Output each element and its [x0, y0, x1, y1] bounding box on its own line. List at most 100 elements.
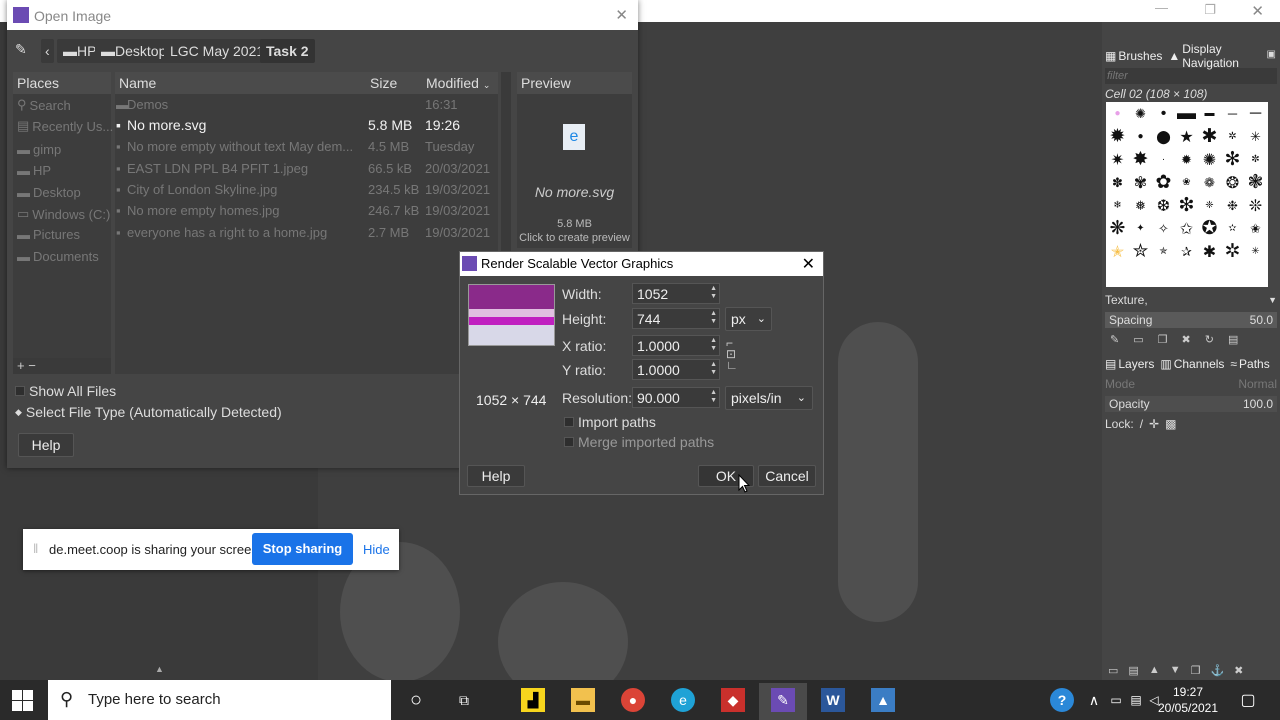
mode-row[interactable]: Mode Normal [1102, 374, 1280, 394]
brush-swatch[interactable]: ❁ [1198, 171, 1221, 194]
spin-arrows-icon[interactable]: ▲ ▼ [710, 310, 717, 326]
file-explorer-icon[interactable]: ▬ [571, 688, 595, 712]
brush-swatch[interactable]: ✱ [1198, 125, 1221, 148]
brush-swatch[interactable]: ❃ [1244, 171, 1267, 194]
modified-column-header[interactable]: Modified ⌄ [422, 72, 498, 94]
app-icon[interactable]: ◆ [721, 688, 745, 712]
notifications-icon[interactable]: ▢ [1236, 688, 1260, 712]
brush-swatch[interactable]: ✬ [1244, 217, 1267, 240]
place-documents[interactable]: ▬ Documents [17, 249, 99, 264]
new-layer-icon[interactable]: ▭ [1108, 664, 1118, 677]
raise-icon[interactable]: ▲ [1149, 664, 1160, 676]
brush-swatch[interactable]: ✽ [1106, 171, 1129, 194]
place-hp[interactable]: ▬ HP [17, 163, 51, 178]
taskbar-search-box[interactable]: ⚲ Type here to search [48, 680, 391, 720]
width-input[interactable]: 1052 ▲ ▼ [632, 283, 720, 304]
spin-arrows-icon[interactable]: ▲ ▼ [710, 337, 717, 353]
brush-swatch[interactable]: · [1152, 148, 1175, 171]
path-desktop[interactable]: ▬Desktop [95, 39, 173, 63]
brush-swatch[interactable]: ✻ [1221, 148, 1244, 171]
edge-icon[interactable]: e [671, 688, 695, 712]
path-back-button[interactable]: ‹ [41, 39, 54, 63]
help-icon[interactable]: ? [1050, 688, 1074, 712]
resolution-input[interactable]: 90.000 ▲ ▼ [632, 387, 720, 408]
close-icon[interactable]: ✕ [1251, 2, 1264, 20]
spacing-slider[interactable]: Spacing 50.0 [1105, 312, 1277, 328]
brush-swatch[interactable]: ─ [1221, 102, 1244, 125]
spin-arrows-icon[interactable]: ▲ ▼ [710, 285, 717, 301]
new-icon[interactable]: ▭ [1133, 333, 1143, 346]
place-gimp[interactable]: ▬ gimp [17, 142, 61, 157]
file-row[interactable]: ▪ everyone has a right to a home.jpg 2.7 M… [115, 222, 496, 243]
brush-swatch[interactable]: ● [1129, 125, 1152, 148]
drag-handle-icon[interactable]: ‖ [33, 541, 38, 556]
brush-swatch[interactable]: ✸ [1129, 148, 1152, 171]
brush-swatch[interactable]: ❊ [1244, 194, 1267, 217]
minimize-icon[interactable]: — [1155, 0, 1168, 15]
taskbar-clock[interactable]: 19:27 20/05/2021 [1152, 684, 1224, 716]
file-row[interactable]: ▪ No more empty without text May dem... 4.… [115, 136, 496, 157]
gimp-taskbar-icon[interactable]: ✎ [771, 688, 795, 712]
open-icon[interactable]: ▤ [1228, 333, 1238, 346]
photos-icon[interactable]: ▲ [871, 688, 895, 712]
cortana-icon[interactable]: ○ [404, 688, 428, 712]
tab-channels[interactable]: ▥ Channels [1160, 357, 1224, 371]
place-pictures[interactable]: ▬ Pictures [17, 227, 80, 242]
type-location-icon[interactable]: ✎ [15, 41, 27, 58]
brush-swatch[interactable]: ▬ [1175, 102, 1198, 125]
brush-swatch[interactable]: ❋ [1106, 217, 1129, 240]
brush-swatch[interactable]: ✲ [1221, 240, 1244, 263]
path-task2[interactable]: Task 2 [260, 39, 315, 63]
chevron-up-icon[interactable]: ∧ [1082, 688, 1106, 712]
brush-swatch[interactable]: ✾ [1129, 171, 1152, 194]
refresh-icon[interactable]: ↻ [1205, 333, 1214, 346]
hide-button[interactable]: Hide [363, 542, 390, 557]
unit-select[interactable]: px ⌄ [725, 307, 772, 331]
brush-swatch[interactable]: ✩ [1175, 217, 1198, 240]
path-lgc[interactable]: LGC May 2021 [164, 39, 271, 63]
lock-pixels-icon[interactable]: / [1140, 417, 1143, 431]
spin-arrows-icon[interactable]: ▲ ▼ [710, 361, 717, 377]
merge-paths-checkbox[interactable]: Merge imported paths [564, 434, 714, 450]
place-recent[interactable]: ▤ Recently Us... [17, 118, 113, 134]
place-windows[interactable]: ▭ Windows (C:) [17, 206, 110, 222]
close-icon[interactable]: ✕ [802, 254, 815, 274]
edit-icon[interactable]: ✎ [1110, 333, 1119, 346]
lock-position-icon[interactable]: ✛ [1149, 417, 1159, 431]
name-column-header[interactable]: Name [115, 72, 366, 94]
brush-swatch[interactable]: ▬ [1198, 102, 1221, 125]
lock-alpha-icon[interactable]: ▩ [1165, 417, 1176, 431]
size-column-header[interactable]: Size [366, 72, 422, 94]
brush-swatch[interactable]: ❉ [1221, 194, 1244, 217]
lower-icon[interactable]: ▼ [1170, 664, 1181, 676]
height-input[interactable]: 744 ▲ ▼ [632, 308, 720, 329]
delete-layer-icon[interactable]: ✖ [1234, 664, 1243, 677]
sticky-notes-icon[interactable]: ▟ [521, 688, 545, 712]
chrome-icon[interactable]: ● [621, 688, 645, 712]
brush-swatch[interactable]: ✰ [1175, 240, 1198, 263]
brush-grid[interactable]: ● ✺ • ▬ ▬ ─ ─ ✹ ● ⬤ ★ ✱ ✲ ✳ ✷ ✸ · ✹ ✺ ✻ ✼ ✽ ✾ ✿ ❀ ❁ ❂ ❃ ❄ ❅ ❆ ❇ ❈ ❉ ❊ ❋ ✦ ✧ ✩ ✪… [1106, 102, 1268, 287]
brush-swatch[interactable]: ✼ [1244, 148, 1267, 171]
tab-paths[interactable]: ≈ Paths [1230, 357, 1269, 371]
show-all-files-checkbox[interactable]: Show All Files [15, 383, 116, 399]
brush-swatch[interactable]: ✳ [1244, 125, 1267, 148]
brush-swatch[interactable]: ✪ [1198, 217, 1221, 240]
chain-link-icon[interactable]: ⌐ ⊡ ∟ [726, 337, 738, 371]
places-add-remove[interactable]: + − [13, 358, 111, 374]
brush-swatch[interactable]: ✫ [1221, 217, 1244, 240]
resolution-unit-select[interactable]: pixels/in ⌄ [725, 386, 813, 410]
brush-swatch[interactable]: ❄ [1106, 194, 1129, 217]
stop-sharing-button[interactable]: Stop sharing [252, 533, 353, 565]
brush-swatch[interactable]: ❆ [1152, 194, 1175, 217]
brush-swatch[interactable]: ❇ [1175, 194, 1198, 217]
tab-display-navigation[interactable]: ▲ Display Navigation [1168, 42, 1280, 70]
brush-swatch[interactable]: ✭ [1106, 240, 1129, 263]
file-row[interactable]: ▪ City of London Skyline.jpg 234.5 kB 19/03… [115, 179, 496, 200]
open-dialog-help-button[interactable]: Help [18, 433, 74, 457]
tab-brushes[interactable]: ▦ Brushes [1105, 49, 1162, 63]
brush-swatch[interactable]: ❂ [1221, 171, 1244, 194]
place-desktop[interactable]: ▬ Desktop [17, 185, 81, 200]
tab-layers[interactable]: ▤ Layers [1105, 357, 1154, 371]
duplicate-icon[interactable]: ❐ [1158, 333, 1168, 346]
brush-swatch[interactable]: ✹ [1175, 148, 1198, 171]
